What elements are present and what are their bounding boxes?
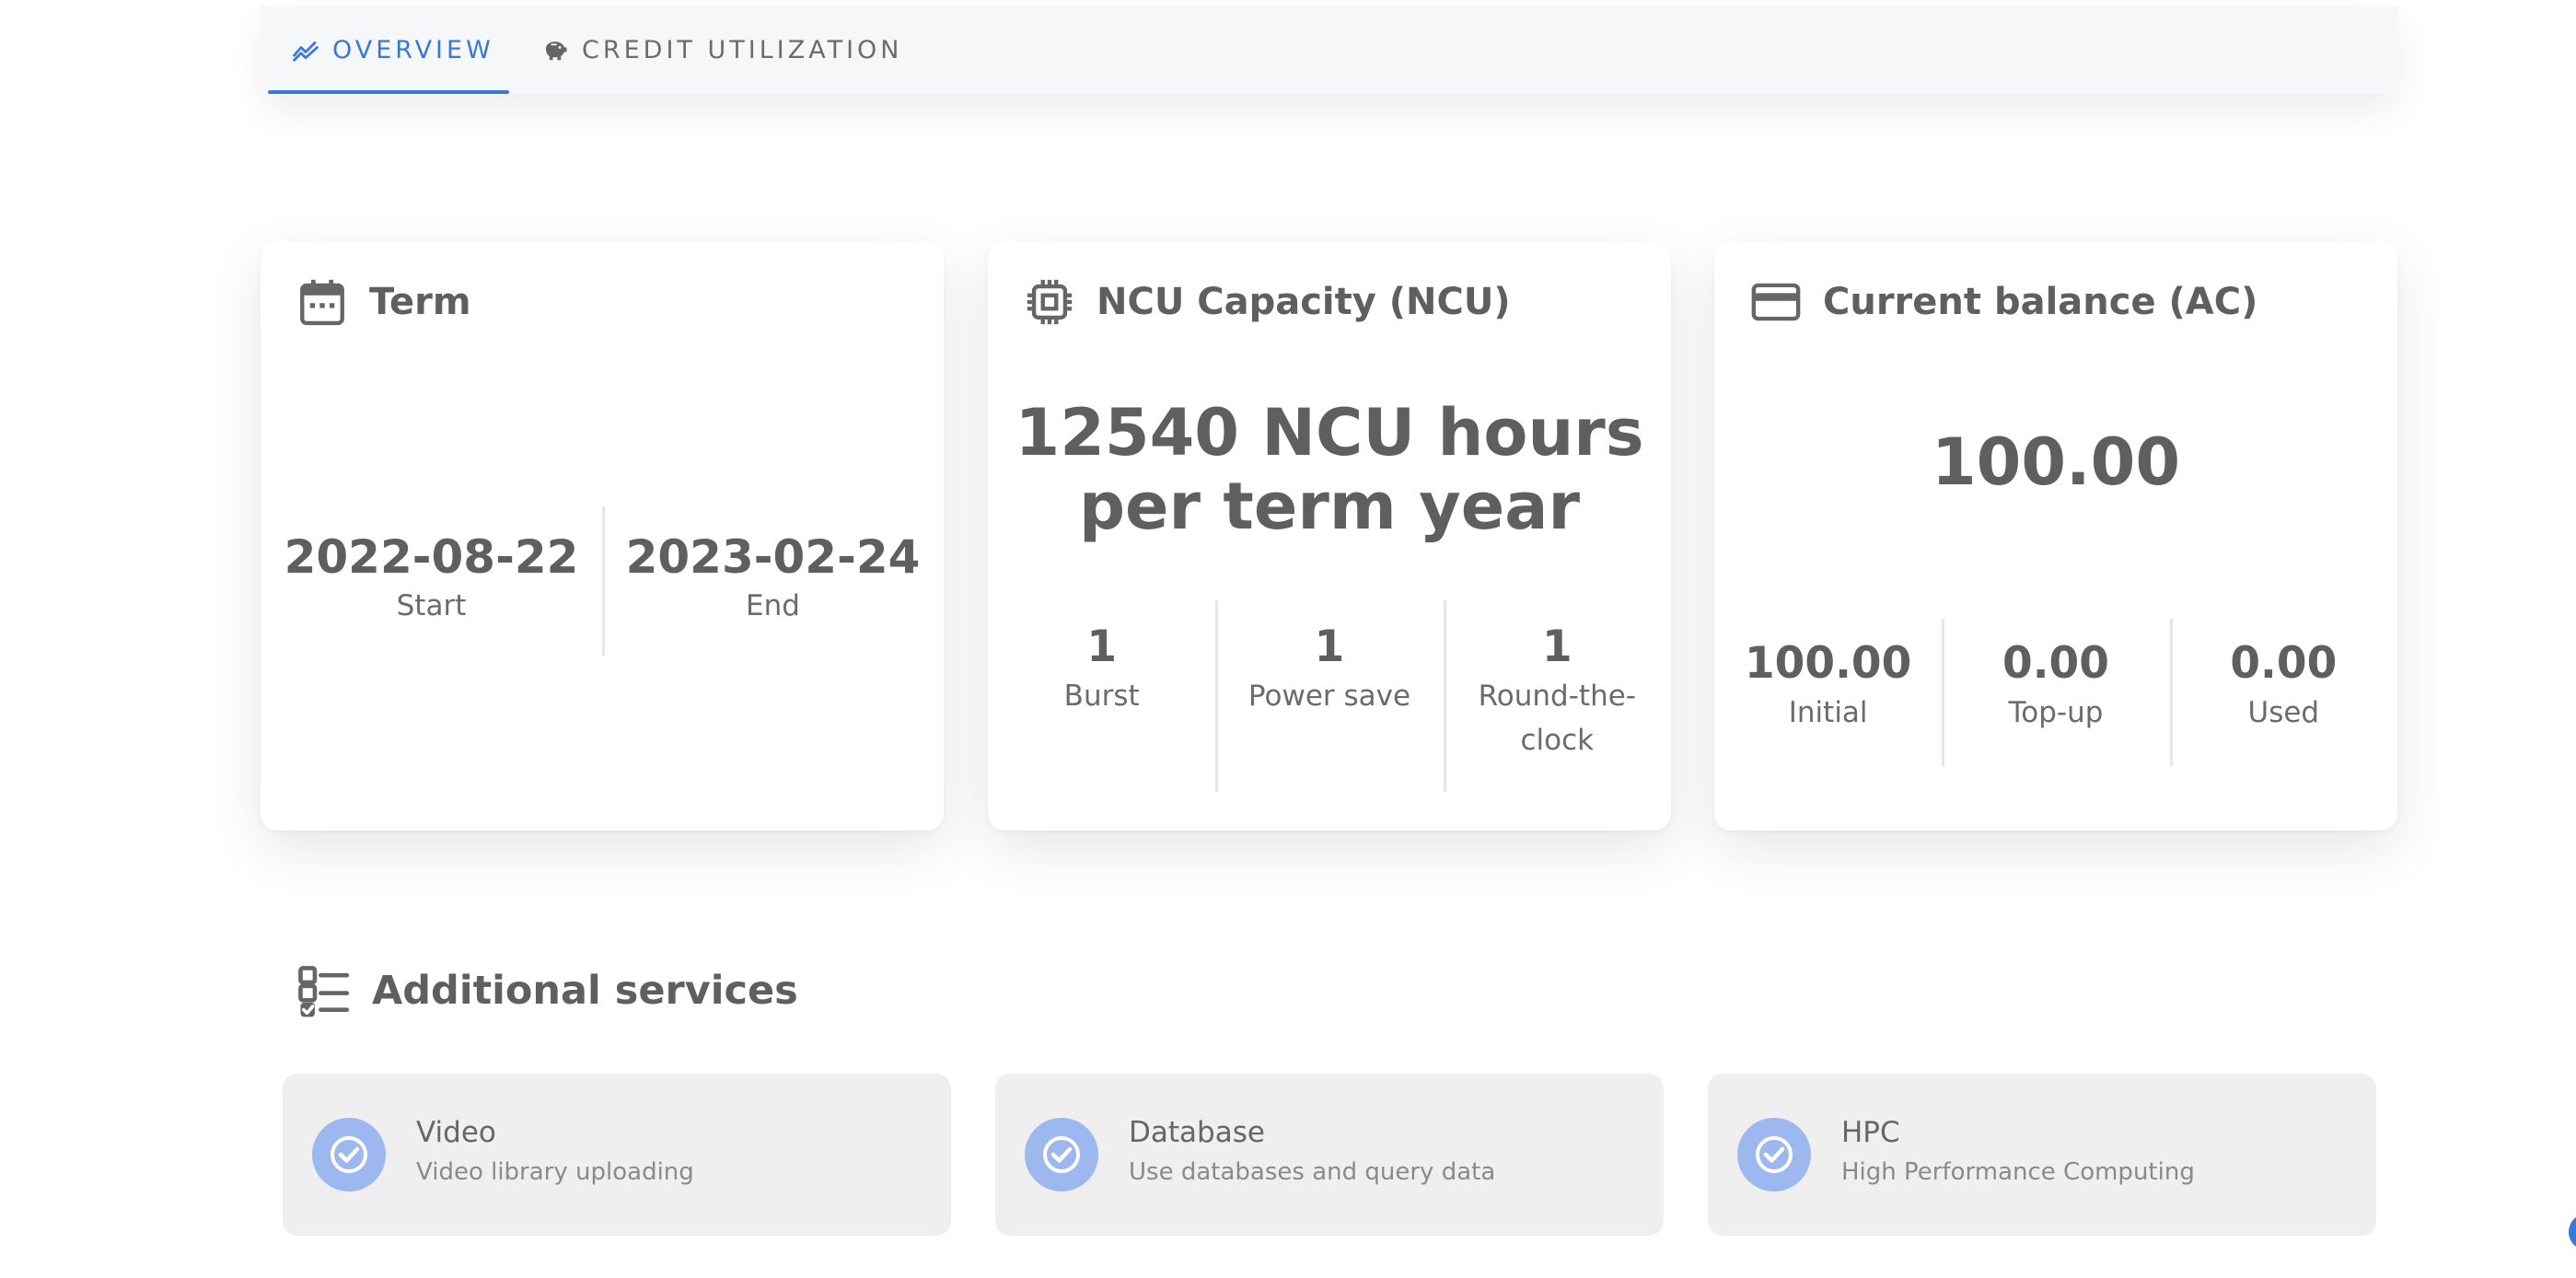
service-video-description: Video library uploading [416, 1158, 694, 1186]
ncu-headline-line1: 12540 NCU hours [1015, 395, 1644, 471]
ncu-round-the-clock-value: 1 [1541, 622, 1572, 672]
chip-icon [1027, 279, 1073, 325]
balance-initial: 100.00 Initial [1714, 619, 1942, 766]
balance-card-header: Current balance (AC) [1749, 274, 2257, 330]
ncu-burst-value: 1 [1086, 622, 1118, 672]
term-start: 2022-08-22 Start [261, 506, 602, 656]
trend-icon [293, 41, 319, 62]
balance-top-up-value: 0.00 [2002, 638, 2109, 689]
ncu-round-the-clock-label: Round-the- clock [1444, 674, 1671, 762]
ncu-capacity-card: NCU Capacity (NCU) 12540 NCU hours per t… [988, 241, 1671, 831]
ncu-stats: 1 Burst 1 Power save 1 Round-the- clock [988, 600, 1671, 792]
term-title: Term [369, 281, 471, 323]
balance-used-value: 0.00 [2230, 638, 2338, 689]
service-database-description: Use databases and query data [1129, 1158, 1496, 1186]
ncu-round-the-clock-label-line2: clock [1520, 724, 1595, 757]
term-dates: 2022-08-22 Start 2023-02-24 End [261, 506, 944, 656]
term-card: Term 2022-08-22 Start 2023-02-24 End [261, 241, 944, 831]
credit-card-icon [1751, 283, 1801, 321]
ncu-title: NCU Capacity (NCU) [1097, 281, 1511, 323]
ncu-burst-label: Burst [1063, 680, 1140, 713]
ncu-power-save: 1 Power save [1215, 600, 1443, 792]
tab-overview-label: OVERVIEW [332, 35, 494, 64]
term-end-value: 2023-02-24 [625, 530, 921, 584]
service-hpc-name: HPC [1841, 1116, 1900, 1149]
additional-services-header: Additional services [295, 958, 798, 1024]
balance-headline: 100.00 [1931, 424, 2181, 500]
term-start-label: Start [396, 589, 467, 622]
tab-overview[interactable]: OVERVIEW [292, 6, 494, 94]
active-tab-indicator [268, 90, 509, 94]
ncu-power-save-value: 1 [1314, 622, 1345, 672]
service-database[interactable]: Database Use databases and query data [995, 1074, 1664, 1236]
balance-top-up: 0.00 Top-up [1942, 619, 2169, 766]
checklist-icon [298, 966, 350, 1017]
tab-credit-utilization-label: CREDIT UTILIZATION [582, 35, 903, 64]
service-hpc-description: High Performance Computing [1841, 1158, 2195, 1186]
balance-stats: 100.00 Initial 0.00 Top-up 0.00 Used [1714, 619, 2397, 766]
tab-credit-utilization[interactable]: CREDIT UTILIZATION [541, 6, 903, 94]
ncu-round-the-clock-label-line1: Round-the- [1478, 680, 1636, 713]
calendar-icon [300, 279, 344, 326]
additional-services-title: Additional services [372, 968, 798, 1014]
ncu-burst: 1 Burst [988, 600, 1215, 792]
check-circle-icon [1025, 1118, 1098, 1191]
service-hpc[interactable]: HPC High Performance Computing [1708, 1074, 2376, 1236]
term-end-label: End [746, 589, 800, 622]
balance-initial-value: 100.00 [1744, 638, 1912, 689]
ncu-headline: 12540 NCU hours per term year [988, 396, 1671, 543]
current-balance-card: Current balance (AC) 100.00 100.00 Initi… [1714, 241, 2397, 831]
floating-action-button[interactable] [2569, 1214, 2576, 1250]
balance-used-label: Used [2247, 696, 2320, 729]
service-video-name: Video [416, 1116, 496, 1149]
ncu-card-header: NCU Capacity (NCU) [1023, 274, 1511, 330]
ncu-headline-line2: per term year [1078, 469, 1581, 544]
term-end: 2023-02-24 End [602, 506, 944, 656]
term-card-header: Term [296, 274, 471, 330]
check-circle-icon [312, 1118, 386, 1191]
service-video[interactable]: Video Video library uploading [283, 1074, 951, 1236]
balance-top-up-label: Top-up [2008, 696, 2104, 729]
piggy-bank-icon [546, 41, 567, 61]
balance-initial-label: Initial [1788, 696, 1868, 729]
balance-title: Current balance (AC) [1823, 281, 2258, 323]
tab-bar: OVERVIEW CREDIT UTILIZATION [261, 6, 2398, 94]
ncu-round-the-clock: 1 Round-the- clock [1443, 600, 1671, 792]
ncu-power-save-label: Power save [1247, 680, 1411, 713]
balance-used: 0.00 Used [2169, 619, 2397, 766]
check-circle-icon [1737, 1118, 1811, 1191]
term-start-value: 2022-08-22 [284, 530, 579, 584]
service-database-name: Database [1129, 1116, 1265, 1149]
